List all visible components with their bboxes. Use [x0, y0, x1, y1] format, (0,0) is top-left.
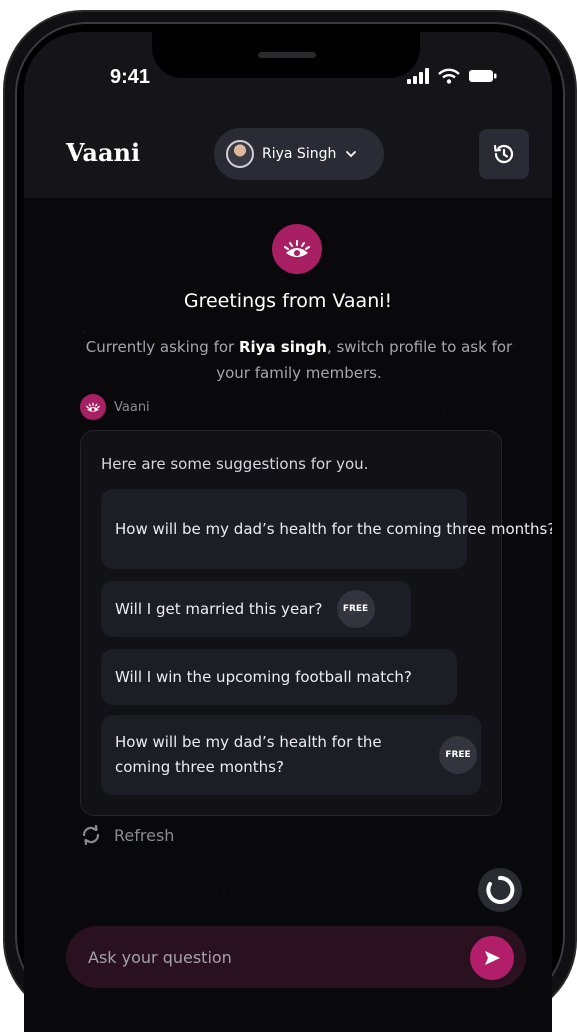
chevron-down-icon: [346, 151, 357, 158]
app-header: 9:41 Vaani Riya Singh: [24, 32, 552, 198]
send-icon: [485, 951, 500, 965]
suggestions-card: Here are some suggestions for you. How w…: [80, 430, 552, 816]
status-time: 9:41: [110, 66, 151, 88]
suggestion-chip[interactable]: Will I win the upcoming football match?: [101, 649, 457, 705]
suggestions-heading: Here are some suggestions for you.: [101, 455, 369, 473]
profile-name: Riya Singh: [262, 146, 337, 162]
suggestion-text: How will be my dad’s health for the comi…: [115, 519, 552, 538]
eye-logo-icon: [85, 402, 101, 412]
question-composer: [66, 926, 526, 988]
profile-avatar: [226, 140, 254, 168]
suggestion-text: How will be my dad’s health for the comi…: [115, 733, 382, 776]
profile-switcher[interactable]: Riya Singh: [214, 128, 384, 180]
wifi-icon: [438, 68, 460, 84]
subtitle-profile-name: Riya singh: [238, 338, 327, 356]
question-input[interactable]: [86, 946, 456, 968]
refresh-icon: [82, 824, 100, 846]
profile-subtitle: Currently asking for Riya singh, switch …: [84, 334, 514, 386]
suggestion-text: Will I get married this year?: [115, 599, 323, 618]
history-icon: [493, 144, 514, 164]
subtitle-prefix: Currently asking for: [85, 338, 239, 356]
send-button[interactable]: [470, 936, 514, 980]
suggestion-text: Will I win the upcoming football match?: [115, 667, 412, 686]
free-badge: FREE: [439, 736, 477, 774]
suggestion-chip[interactable]: How will be my dad’s health for the comi…: [101, 715, 481, 795]
app-screen: 9:41 Vaani Riya Singh Greetings from Vaa…: [24, 32, 552, 1032]
loading-spinner: [478, 868, 522, 912]
bot-identity: Vaani: [80, 394, 150, 420]
eye-logo-icon: [284, 240, 310, 257]
status-icons: [406, 68, 498, 84]
refresh-button[interactable]: Refresh: [80, 824, 174, 846]
vaani-logo: [272, 224, 322, 274]
suggestion-chip[interactable]: How will be my dad’s health for the comi…: [101, 489, 552, 569]
refresh-label: Refresh: [114, 825, 175, 845]
greeting-title: Greetings from Vaani!: [183, 290, 393, 312]
speaker-grille: [258, 52, 316, 58]
signal-icon: [407, 68, 429, 84]
bot-name: Vaani: [114, 399, 150, 415]
app-title: Vaani: [66, 138, 141, 167]
history-button[interactable]: [479, 129, 529, 179]
free-badge: FREE: [336, 590, 375, 628]
bot-avatar: [80, 394, 106, 420]
battery-icon: [469, 70, 497, 82]
suggestion-chip[interactable]: Will I get married this year? FREE: [101, 581, 411, 637]
spinner-icon: [486, 875, 515, 904]
